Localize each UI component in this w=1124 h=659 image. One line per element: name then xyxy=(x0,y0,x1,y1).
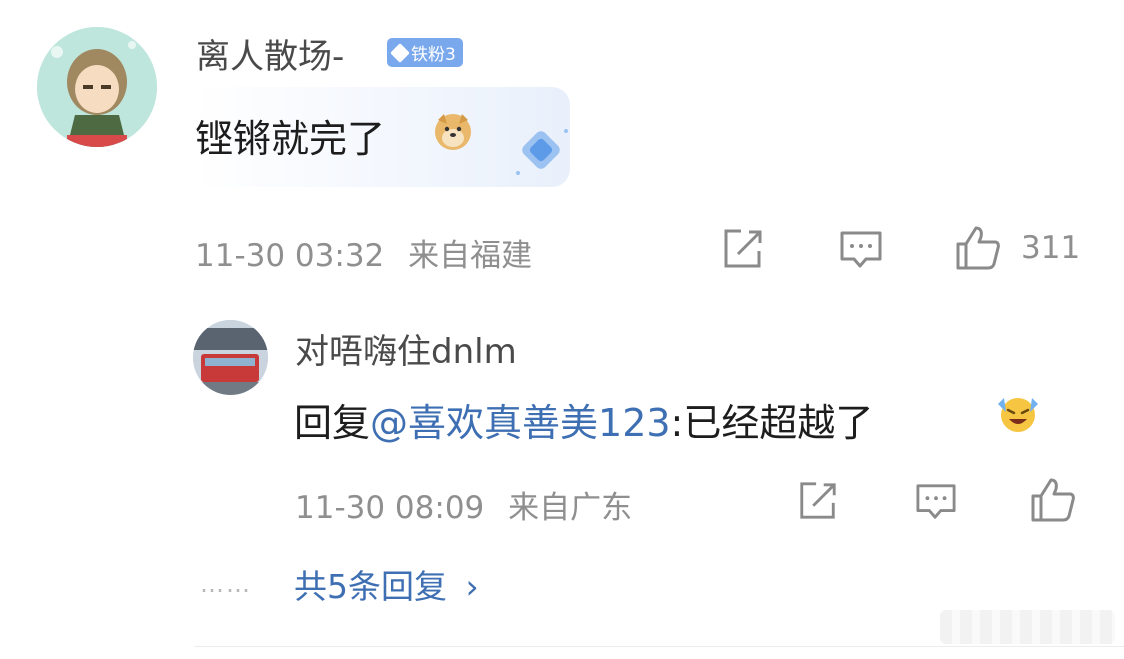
reply-avatar-image xyxy=(193,320,268,395)
comment-time: 11-30 03:32 xyxy=(195,238,385,274)
share-icon xyxy=(800,482,836,519)
reply-prefix: 回复 xyxy=(294,401,371,445)
thumbs-up-icon xyxy=(956,226,1000,270)
reply-avatar[interactable] xyxy=(193,320,268,395)
laugh-cry-emoji-icon xyxy=(998,398,1038,432)
more-replies-label: 共5条回复 xyxy=(294,567,447,606)
reply-username[interactable]: 对唔嗨住dnlm xyxy=(295,324,517,373)
comment-icon xyxy=(840,231,882,268)
comment-username[interactable]: 离人散场- xyxy=(196,29,344,78)
avatar[interactable] xyxy=(37,27,157,147)
more-replies-link[interactable]: 共5条回复 › xyxy=(294,560,479,608)
avatar-image xyxy=(37,27,157,147)
diamond-icon xyxy=(390,42,410,63)
comment-location: 来自福建 xyxy=(408,238,533,274)
reply-text-content: :已经超越了 xyxy=(670,401,874,445)
mention-link[interactable]: @喜欢真善美123 xyxy=(370,401,671,445)
share-icon xyxy=(724,229,762,268)
badge-label: 铁粉3 xyxy=(411,45,456,65)
doge-emoji-icon xyxy=(435,114,471,150)
reply-like-button[interactable] xyxy=(1029,476,1077,524)
like-button[interactable] xyxy=(954,224,1002,272)
comment-text-content: 铿锵就完了 xyxy=(195,117,386,161)
like-count: 311 xyxy=(1021,230,1081,266)
watermark xyxy=(940,610,1115,644)
dots-decoration: …… xyxy=(200,570,252,598)
chevron-right-icon: › xyxy=(465,567,479,606)
reply-meta: 11-30 08:09 来自广东 xyxy=(295,482,632,527)
diamond-decoration-icon xyxy=(516,129,568,175)
comment-meta: 11-30 03:32 来自福建 xyxy=(195,230,532,275)
comment-button[interactable] xyxy=(838,229,884,271)
reply-text: 回复@喜欢真善美123:已经超越了 xyxy=(294,392,873,447)
reply-time: 11-30 08:09 xyxy=(295,490,485,526)
comment-text: 铿锵就完了 xyxy=(195,108,385,163)
reply-share-button[interactable] xyxy=(797,480,839,522)
comment-icon xyxy=(916,484,956,519)
thumbs-up-icon xyxy=(1031,478,1075,522)
fan-badge[interactable]: 铁粉3 xyxy=(387,38,463,67)
reply-comment-button[interactable] xyxy=(914,482,958,522)
divider xyxy=(194,646,1124,647)
share-button[interactable] xyxy=(721,227,765,271)
reply-location: 来自广东 xyxy=(508,490,633,526)
